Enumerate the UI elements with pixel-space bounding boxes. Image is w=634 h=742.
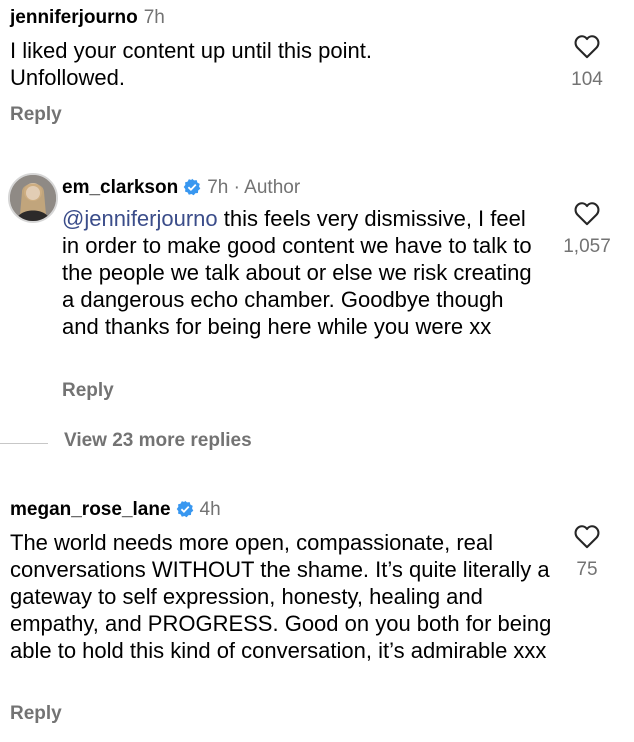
like-count: 1,057: [563, 236, 611, 257]
username[interactable]: megan_rose_lane: [10, 499, 171, 520]
comment-em-clarkson: em_clarkson 7h · Author @jenniferjourno t…: [0, 165, 634, 415]
view-more-replies-label[interactable]: View 23 more replies: [64, 430, 252, 452]
view-more-replies[interactable]: View 23 more replies: [0, 430, 634, 456]
reply-button[interactable]: Reply: [62, 380, 114, 402]
heart-outline-icon[interactable]: [573, 33, 601, 59]
verified-badge-icon: [176, 500, 193, 518]
comment-meta: megan_rose_lane 4h: [10, 498, 221, 522]
comment-meta: jenniferjourno 7h: [10, 6, 165, 30]
author-badge: Author: [244, 177, 301, 198]
timestamp: 4h: [199, 499, 221, 520]
heart-outline-icon[interactable]: [573, 523, 601, 549]
like-button[interactable]: 75: [557, 523, 617, 581]
like-count: 104: [571, 69, 603, 90]
verified-badge-icon: [183, 178, 201, 196]
comment-jenniferjourno: jenniferjourno 7h I liked your content up…: [0, 0, 634, 140]
like-count: 75: [576, 559, 598, 580]
divider-line: [0, 443, 48, 444]
avatar-image: [10, 175, 56, 221]
comment-text: I liked your content up until this point…: [10, 38, 372, 90]
comment-text: @jenniferjourno this feels very dismissi…: [62, 205, 542, 340]
username[interactable]: jenniferjourno: [10, 7, 138, 28]
username[interactable]: em_clarkson: [62, 177, 178, 198]
comment-text: The world needs more open, compassionate…: [10, 530, 552, 663]
reply-button[interactable]: Reply: [10, 703, 62, 725]
comment-megan-rose-lane: megan_rose_lane 4h The world needs more o…: [0, 488, 634, 742]
timestamp: 7h: [207, 177, 229, 198]
heart-outline-icon[interactable]: [573, 200, 601, 226]
timestamp: 7h: [143, 7, 165, 28]
separator: ·: [233, 177, 240, 198]
comment-meta: em_clarkson 7h · Author: [62, 176, 300, 200]
like-button[interactable]: 1,057: [557, 200, 617, 258]
avatar[interactable]: [8, 173, 58, 223]
like-button[interactable]: 104: [557, 33, 617, 91]
reply-button[interactable]: Reply: [10, 104, 62, 126]
mention-link[interactable]: @jenniferjourno: [62, 206, 218, 231]
